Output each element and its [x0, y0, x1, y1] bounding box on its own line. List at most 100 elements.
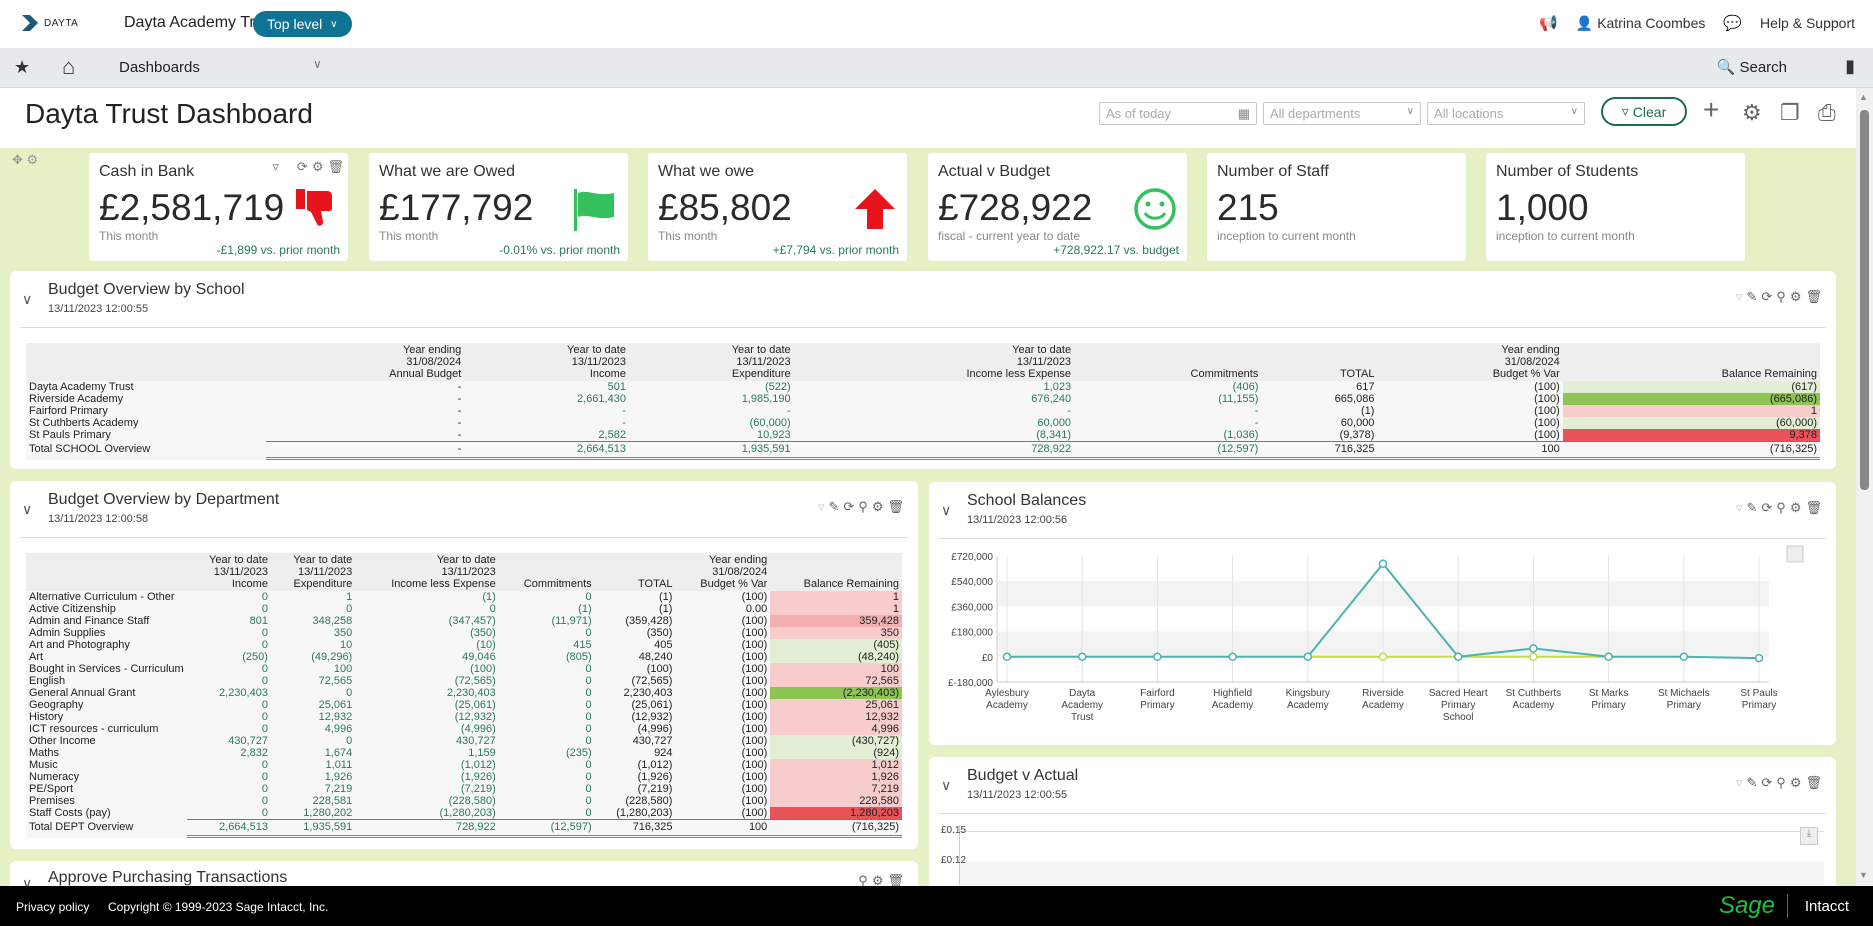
table-row[interactable]: ICT resources - curriculum 0 4,996 (4,996) 0… — [26, 723, 902, 735]
help-support-link[interactable]: Help & Support — [1760, 15, 1855, 31]
gear-icon[interactable]: ⚙ — [1742, 100, 1762, 126]
zoom-icon[interactable]: ⚲ — [1776, 775, 1786, 791]
cell-income-less-expense: (10) — [476, 639, 496, 651]
edit-icon[interactable]: ✎ — [1746, 500, 1757, 516]
download-icon[interactable]: ⤓ — [1800, 827, 1818, 845]
trash-icon[interactable]: 🗑 — [1805, 775, 1822, 791]
dayta-logo[interactable]: DAYTA — [20, 14, 78, 32]
table-row[interactable]: Art and Photography 0 10 (10) 415 405 (100) (40… — [26, 639, 902, 651]
gear-icon[interactable]: ⚙ — [1790, 775, 1802, 791]
table-row[interactable]: Bought in Services - Curriculum 0 100 (100)… — [26, 663, 902, 675]
row-label: Maths — [29, 747, 59, 759]
refresh-icon[interactable]: ⟳ — [843, 499, 854, 515]
cell-expenditure: 1 — [346, 591, 353, 603]
scroll-down-arrow[interactable]: ▼ — [1859, 870, 1868, 880]
edit-icon[interactable]: ✎ — [1746, 775, 1757, 791]
refresh-icon[interactable]: ⟳ — [1761, 289, 1772, 305]
kpi-card[interactable]: Number of Students 1,000 inception to cu… — [1486, 153, 1745, 261]
table-row[interactable]: History 0 12,932 (12,932) 0 (12,932) (100) 12,9… — [26, 711, 902, 723]
collapse-chevron-icon[interactable]: ∨ — [941, 777, 951, 794]
school-budget-table: Year ending 31/08/2024 Annual Budget Year t… — [26, 343, 1820, 460]
table-row[interactable]: Music 0 1,011 (1,012) 0 (1,012) (100) 1,012 — [26, 759, 902, 771]
bookmark-icon[interactable]: ▮ — [1845, 56, 1855, 77]
trash-icon[interactable]: 🗑 — [327, 159, 344, 175]
table-row[interactable]: Fairford Primary - - - - - (1) (100) 1 — [26, 405, 1820, 417]
megaphone-icon[interactable]: 📢 — [1539, 14, 1558, 32]
table-row[interactable]: Admin and Finance Staff 801 348,258 (347,45… — [26, 615, 902, 627]
date-filter[interactable]: As of today ▦ — [1099, 102, 1257, 125]
dashboards-menu[interactable]: Dashboards — [119, 59, 200, 76]
trash-icon[interactable]: 🗑 — [1805, 289, 1822, 305]
table-row[interactable]: Geography 0 25,061 (25,061) 0 (25,061) (100) 25… — [26, 699, 902, 711]
kpi-card[interactable]: Cash in Bank £2,581,719 This month -£1,8… — [89, 153, 348, 261]
table-row[interactable]: Numeracy 0 1,926 (1,926) 0 (1,926) (100) 1,926 — [26, 771, 902, 783]
table-row[interactable]: Admin Supplies 0 350 (350) 0 (350) (100) 350 — [26, 627, 902, 639]
cell-income: (250) — [242, 651, 268, 663]
scroll-up-arrow[interactable]: ▲ — [1859, 92, 1868, 102]
edit-icon[interactable]: ✎ — [1746, 289, 1757, 305]
total-balance: (716,325) — [770, 819, 902, 838]
table-row[interactable]: Art (250) (49,296) 49,046 (805) 48,240 (100) (4… — [26, 651, 902, 663]
kpi-card[interactable]: What we are Owed £177,792 This month -0.… — [369, 153, 628, 261]
departments-filter[interactable]: All departments ∨ — [1263, 102, 1421, 125]
zoom-icon[interactable]: ⚲ — [1776, 289, 1786, 305]
filter-icon[interactable]: ▿ — [1736, 775, 1743, 791]
header-line: Income less Expense — [966, 368, 1072, 380]
trash-icon[interactable]: 🗑 — [1805, 500, 1822, 516]
collapse-chevron-icon[interactable]: ∨ — [941, 502, 951, 519]
table-row[interactable]: General Annual Grant 2,230,403 0 2,230,403 0… — [26, 687, 902, 699]
star-icon[interactable]: ★ — [14, 57, 30, 78]
table-row[interactable]: Dayta Academy Trust - 501 (522) 1,023 (406) 61… — [26, 381, 1820, 393]
filter-icon[interactable]: ▿ — [1736, 289, 1743, 305]
move-handle[interactable]: ✥ ⚙ — [12, 152, 38, 168]
table-row[interactable]: Active Citizenship 0 0 0 (1) (1) 0.00 1 — [26, 603, 902, 615]
table-header-row: Year ending 31/08/2024 Annual Budget Year t… — [26, 343, 1820, 381]
home-icon[interactable]: ⌂ — [62, 54, 75, 80]
filter-icon[interactable]: ▿ — [1736, 500, 1743, 516]
table-row[interactable]: St Pauls Primary - 2,582 10,923 (8,341) (1,03… — [26, 429, 1820, 442]
table-row[interactable]: PE/Sport 0 7,219 (7,219) 0 (7,219) (100) 7,219 — [26, 783, 902, 795]
table-row[interactable]: St Cuthberts Academy - - (60,000) 60,000 - 60,… — [26, 417, 1820, 429]
table-row[interactable]: Riverside Academy - 2,661,430 1,985,190 676,… — [26, 393, 1820, 405]
table-row[interactable]: Other Income 430,727 0 430,727 0 430,727 (100)… — [26, 735, 902, 747]
zoom-icon[interactable]: ⚲ — [1776, 500, 1786, 516]
table-row[interactable]: Alternative Curriculum - Other 0 1 (1) 0 (1) (… — [26, 591, 902, 603]
gear-icon[interactable]: ⚙ — [872, 499, 884, 515]
gear-icon[interactable]: ⚙ — [312, 159, 324, 175]
refresh-icon[interactable]: ⟳ — [297, 159, 308, 175]
table-row[interactable]: Maths 2,832 1,674 1,159 (235) 924 (100) (924) — [26, 747, 902, 759]
table-row[interactable]: English 0 72,565 (72,565) 0 (72,565) (100) 72,5… — [26, 675, 902, 687]
kpi-card[interactable]: What we owe £85,802 This month +£7,794 v… — [648, 153, 907, 261]
gear-icon[interactable]: ⚙ — [1790, 289, 1802, 305]
collapse-chevron-icon[interactable]: ∨ — [22, 501, 32, 518]
filter-icon[interactable]: ▿ — [272, 159, 279, 175]
total-label: Total DEPT Overview — [29, 820, 134, 833]
copy-icon[interactable]: ❐ — [1780, 100, 1800, 126]
cell-expenditure: 10 — [339, 639, 353, 651]
chevron-down-icon[interactable]: ∨ — [313, 57, 322, 71]
refresh-icon[interactable]: ⟳ — [1761, 500, 1772, 516]
level-selector[interactable]: Top level ∨ — [253, 11, 352, 37]
zoom-icon[interactable]: ⚲ — [858, 499, 868, 515]
clear-filters-button[interactable]: ▿ Clear — [1601, 97, 1687, 126]
locations-filter[interactable]: All locations ∨ — [1427, 102, 1585, 125]
filter-icon[interactable]: ▿ — [818, 499, 825, 515]
table-row[interactable]: Staff Costs (pay) 0 1,280,202 (1,280,203) 0 (… — [26, 807, 902, 820]
edit-icon[interactable]: ✎ — [828, 499, 839, 515]
gear-icon[interactable]: ⚙ — [1790, 500, 1802, 516]
table-row[interactable]: Premises 0 228,581 (228,580) 0 (228,580) (100)… — [26, 795, 902, 807]
print-icon[interactable]: ⎙ — [1818, 100, 1836, 126]
trash-icon[interactable]: 🗑 — [887, 499, 904, 515]
add-icon[interactable]: + — [1703, 94, 1719, 126]
privacy-policy-link[interactable]: Privacy policy — [16, 900, 89, 914]
scrollbar[interactable]: ▲ ▼ — [1856, 88, 1873, 886]
user-menu[interactable]: 👤 Katrina Coombes — [1576, 15, 1706, 32]
collapse-chevron-icon[interactable]: ∨ — [22, 291, 32, 308]
search-button[interactable]: 🔍 Search — [1717, 58, 1787, 76]
cell-annual-budget: - — [457, 429, 462, 441]
scroll-thumb[interactable] — [1860, 110, 1869, 490]
kpi-card[interactable]: Number of Staff 215 inception to current… — [1207, 153, 1466, 261]
refresh-icon[interactable]: ⟳ — [1761, 775, 1772, 791]
kpi-card[interactable]: Actual v Budget £728,922 fiscal - curren… — [928, 153, 1187, 261]
chat-icon[interactable]: 💬 — [1723, 14, 1742, 32]
